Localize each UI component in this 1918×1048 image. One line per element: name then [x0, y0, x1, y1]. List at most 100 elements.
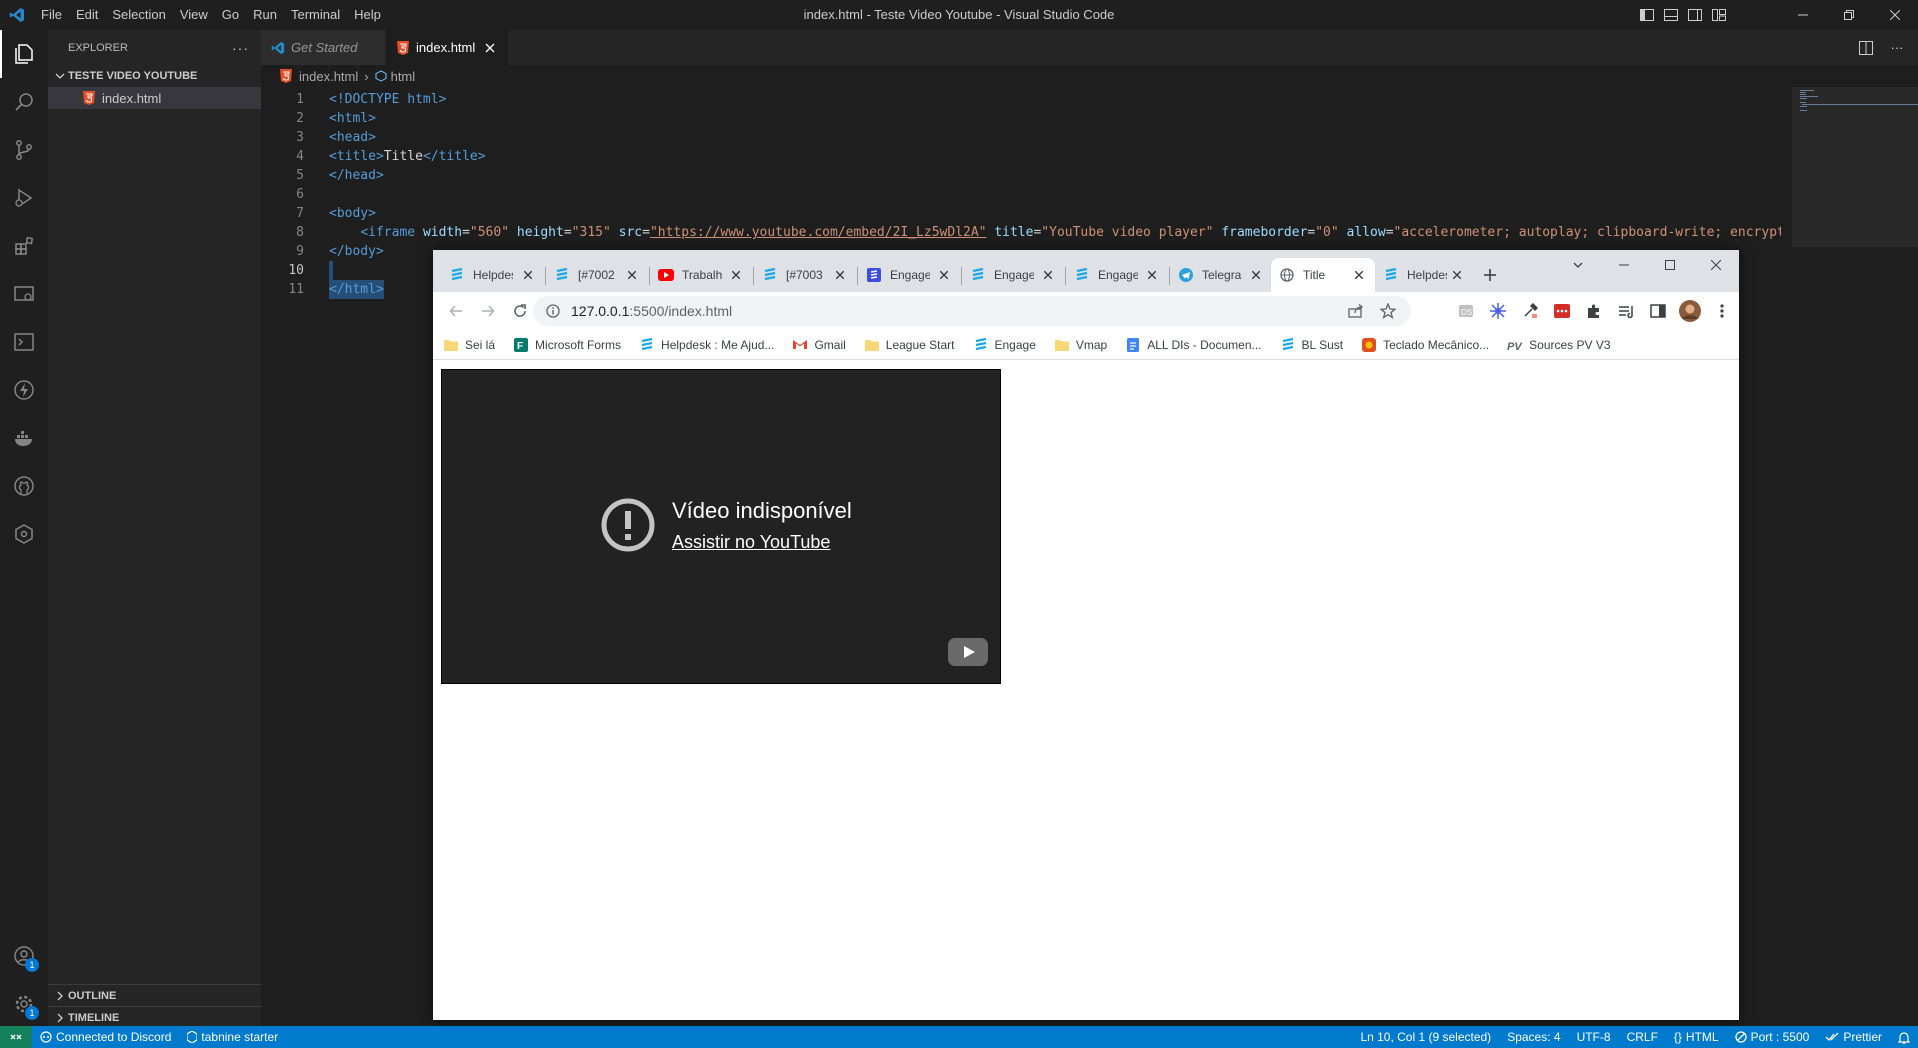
toggle-secondary-sidebar-icon[interactable]: [1684, 4, 1706, 26]
close-tab-icon[interactable]: [728, 267, 744, 283]
manage-gear-icon[interactable]: 1: [0, 980, 48, 1028]
close-tab-icon[interactable]: [482, 40, 498, 56]
close-tab-icon[interactable]: [1449, 267, 1465, 283]
extensions-icon[interactable]: [0, 222, 48, 270]
menu-go[interactable]: Go: [215, 0, 246, 30]
gitlens-icon[interactable]: [0, 510, 48, 558]
menu-file[interactable]: File: [34, 0, 69, 30]
maximize-window-icon[interactable]: [1647, 250, 1693, 280]
end-of-line[interactable]: CRLF: [1619, 1026, 1666, 1048]
puzzle-extensions-icon[interactable]: [1581, 298, 1607, 324]
close-tab-icon[interactable]: [936, 267, 952, 283]
menu-terminal[interactable]: Terminal: [284, 0, 347, 30]
address-bar[interactable]: 127.0.0.1:5500/index.html: [533, 296, 1411, 326]
browser-tab[interactable]: Helpdesk: [441, 258, 544, 292]
back-arrow-icon[interactable]: [441, 296, 471, 326]
browser-tab-active[interactable]: Title: [1271, 258, 1375, 292]
reading-list-icon[interactable]: [1613, 298, 1639, 324]
bookmark-item[interactable]: Teclado Mecânico...: [1361, 337, 1489, 353]
chrome-menu-icon[interactable]: [1709, 298, 1735, 324]
bookmark-item[interactable]: BL Sust: [1280, 337, 1343, 353]
browser-tab[interactable]: Engage: [858, 258, 960, 292]
close-tab-icon[interactable]: [624, 267, 640, 283]
browser-tab[interactable]: [#7002: [546, 258, 648, 292]
github-icon[interactable]: [0, 462, 48, 510]
bookmark-star-icon[interactable]: [1373, 296, 1403, 326]
bookmark-item[interactable]: Helpdesk : Me Ajud...: [639, 337, 774, 353]
tab-index-html[interactable]: index.html: [386, 30, 509, 65]
forward-arrow-icon[interactable]: [473, 296, 503, 326]
customize-layout-icon[interactable]: [1708, 4, 1730, 26]
close-tab-icon[interactable]: [1248, 267, 1264, 283]
menu-edit[interactable]: Edit: [69, 0, 105, 30]
source-control-icon[interactable]: [0, 126, 48, 174]
reload-icon[interactable]: [505, 296, 535, 326]
tab-get-started[interactable]: Get Started: [261, 30, 386, 65]
split-editor-icon[interactable]: [1855, 37, 1877, 59]
more-actions-icon[interactable]: ···: [1886, 37, 1908, 59]
more-actions-icon[interactable]: ···: [232, 40, 249, 56]
close-tab-icon[interactable]: [1040, 267, 1056, 283]
thunder-client-icon[interactable]: [0, 366, 48, 414]
extension-lastpass-icon[interactable]: [1549, 298, 1575, 324]
menu-view[interactable]: View: [173, 0, 215, 30]
close-tab-icon[interactable]: [520, 267, 536, 283]
profile-avatar[interactable]: [1677, 298, 1703, 324]
encoding[interactable]: UTF-8: [1569, 1026, 1619, 1048]
site-info-icon[interactable]: [545, 303, 561, 319]
minimap[interactable]: [1792, 87, 1918, 1028]
browser-tab[interactable]: Engage: [1066, 258, 1168, 292]
notifications-bell-icon[interactable]: [1890, 1026, 1918, 1048]
docker-icon[interactable]: [0, 414, 48, 462]
close-window-icon[interactable]: [1693, 250, 1739, 280]
close-tab-icon[interactable]: [1144, 267, 1160, 283]
share-icon[interactable]: [1341, 296, 1371, 326]
cursor-position[interactable]: Ln 10, Col 1 (9 selected): [1352, 1026, 1499, 1048]
browser-tab[interactable]: [#7003: [754, 258, 856, 292]
outline-section[interactable]: OUTLINE: [48, 984, 261, 1006]
restore-window-icon[interactable]: [1826, 0, 1872, 30]
prettier-status[interactable]: Prettier: [1817, 1026, 1890, 1048]
bookmark-item[interactable]: Engage: [973, 337, 1036, 353]
tab-search-icon[interactable]: [1555, 250, 1601, 280]
breadcrumb-file[interactable]: index.html: [299, 69, 358, 84]
youtube-play-icon[interactable]: [948, 638, 988, 666]
menu-help[interactable]: Help: [347, 0, 388, 30]
breadcrumb-symbol[interactable]: html: [391, 69, 416, 84]
browser-tab[interactable]: Helpdesk: [1375, 258, 1473, 292]
run-debug-icon[interactable]: [0, 174, 48, 222]
timeline-section[interactable]: TIMELINE: [48, 1006, 261, 1028]
youtube-embed[interactable]: Vídeo indisponível Assistir no YouTube: [441, 369, 1001, 684]
browser-tab[interactable]: Trabalho: [650, 258, 752, 292]
extension-eyedropper-icon[interactable]: [1517, 298, 1543, 324]
extension-ds-icon[interactable]: DS: [1453, 298, 1479, 324]
accounts-icon[interactable]: 1: [0, 932, 48, 980]
bookmark-item[interactable]: Vmap: [1054, 337, 1107, 353]
toggle-panel-icon[interactable]: [1660, 4, 1682, 26]
language-mode[interactable]: {} HTML: [1666, 1026, 1727, 1048]
remote-indicator-icon[interactable]: [0, 1026, 32, 1048]
watch-on-youtube-link[interactable]: Assistir no YouTube: [672, 532, 852, 553]
side-panel-icon[interactable]: [1645, 298, 1671, 324]
discord-status[interactable]: Connected to Discord: [32, 1026, 179, 1048]
bookmark-item[interactable]: Gmail: [792, 337, 846, 353]
indentation[interactable]: Spaces: 4: [1499, 1026, 1568, 1048]
close-tab-icon[interactable]: [832, 267, 848, 283]
file-item-index-html[interactable]: index.html: [48, 87, 261, 109]
bookmark-item[interactable]: ALL DIs - Documen...: [1125, 337, 1262, 353]
browser-tab[interactable]: Telegram: [1170, 258, 1272, 292]
live-server-port[interactable]: Port : 5500: [1727, 1026, 1818, 1048]
bookmark-item[interactable]: League Start: [864, 337, 955, 353]
bookmark-item[interactable]: PV Sources PV V3: [1507, 337, 1610, 353]
menu-run[interactable]: Run: [246, 0, 284, 30]
close-tab-icon[interactable]: [1351, 267, 1367, 283]
explorer-icon[interactable]: [0, 30, 48, 78]
menu-selection[interactable]: Selection: [105, 0, 172, 30]
minimize-window-icon[interactable]: [1780, 0, 1826, 30]
tabnine-status[interactable]: tabnine starter: [179, 1026, 286, 1048]
folder-header[interactable]: TESTE VIDEO YOUTUBE: [48, 65, 261, 87]
search-icon[interactable]: [0, 78, 48, 126]
new-tab-icon[interactable]: [1476, 261, 1504, 289]
toggle-primary-sidebar-icon[interactable]: [1636, 4, 1658, 26]
minimize-window-icon[interactable]: [1601, 250, 1647, 280]
